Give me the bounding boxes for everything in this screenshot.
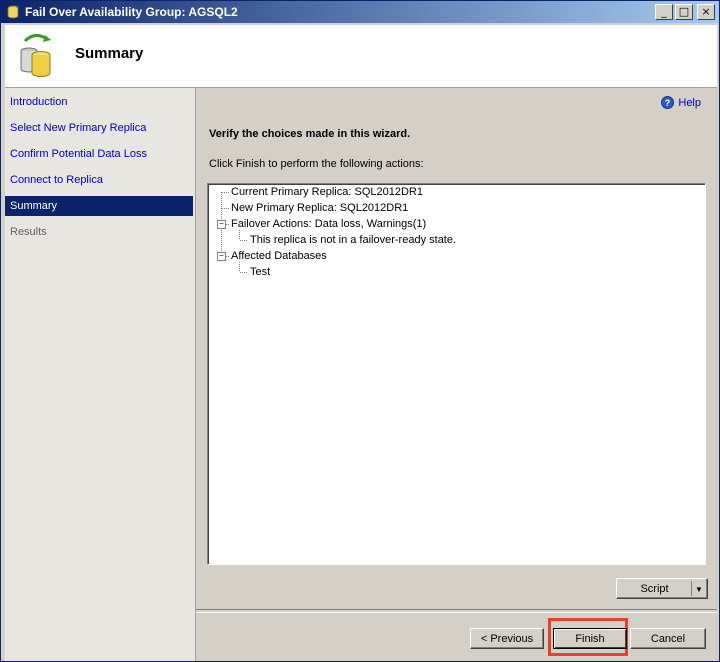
script-button-separator [691,581,692,596]
sidebar-item-summary[interactable]: Summary [5,196,193,216]
tree-node-database-test[interactable]: Test [250,266,270,278]
help-link[interactable]: ? Help [661,96,701,109]
wizard-sidebar: Introduction Select New Primary Replica … [5,88,196,661]
cancel-button[interactable]: Cancel [630,628,706,649]
footer-divider [196,609,717,613]
svg-text:?: ? [665,98,671,108]
sidebar-item-results: Results [10,226,47,238]
close-button[interactable]: × [697,4,715,20]
script-button[interactable]: Script ▼ [616,578,708,599]
title-bar: Fail Over Availability Group: AGSQL2 _ □… [1,1,719,23]
window-controls: _ □ × [655,4,715,20]
database-app-icon [7,5,19,19]
previous-button[interactable]: < Previous [470,628,544,649]
script-button-label: Script [640,583,669,595]
minimize-button[interactable]: _ [655,4,673,20]
wizard-window: Fail Over Availability Group: AGSQL2 _ □… [0,0,720,662]
wizard-header: Summary [5,25,717,88]
sidebar-item-connect-to-replica[interactable]: Connect to Replica [5,170,193,190]
window-title: Fail Over Availability Group: AGSQL2 [25,5,238,19]
help-icon: ? [661,96,675,109]
sidebar-item-select-new-primary-replica[interactable]: Select New Primary Replica [5,118,193,138]
tree-node-affected-databases[interactable]: Affected Databases [231,250,327,262]
summary-instructions: Click Finish to perform the following ac… [209,158,424,170]
tree-node-current-primary[interactable]: Current Primary Replica: SQL2012DR1 [231,186,423,198]
summary-heading: Verify the choices made in this wizard. [209,128,411,140]
summary-tree[interactable]: Current Primary Replica: SQL2012DR1 New … [207,183,706,565]
help-label: Help [678,96,701,109]
minimize-icon: _ [661,5,667,18]
maximize-icon: □ [678,5,690,18]
sidebar-item-confirm-potential-data-loss[interactable]: Confirm Potential Data Loss [5,144,193,164]
tree-node-new-primary[interactable]: New Primary Replica: SQL2012DR1 [231,202,408,214]
close-icon: × [701,5,711,18]
sidebar-item-introduction[interactable]: Introduction [5,92,193,112]
maximize-button[interactable]: □ [675,4,693,20]
finish-button[interactable]: Finish [553,628,627,649]
page-title: Summary [75,45,144,62]
database-sync-icon [20,34,51,78]
tree-node-warning[interactable]: This replica is not in a failover-ready … [250,234,456,246]
collapse-icon[interactable]: − [217,220,226,229]
tree-node-failover-actions[interactable]: Failover Actions: Data loss, Warnings(1) [231,218,426,230]
collapse-icon[interactable]: − [217,252,226,261]
dropdown-arrow-icon[interactable]: ▼ [695,579,703,600]
wizard-content: ? Help Verify the choices made in this w… [196,88,717,661]
